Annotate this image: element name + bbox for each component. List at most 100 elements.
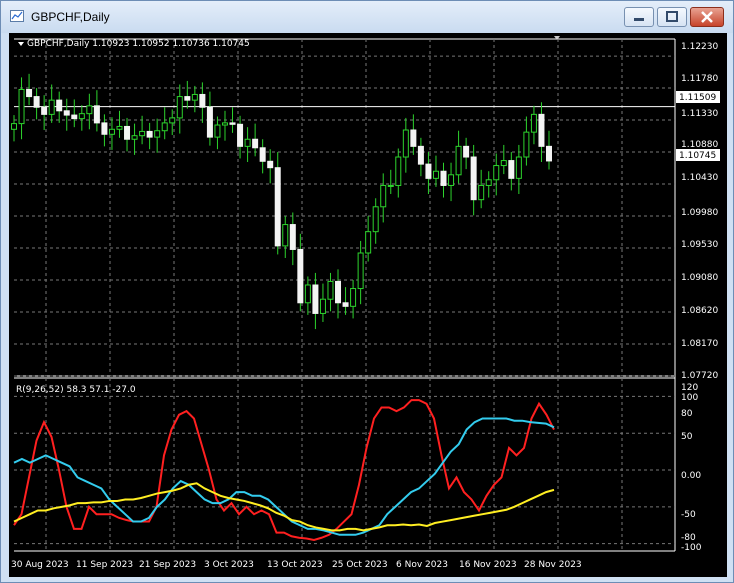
candle-body [425, 163, 432, 179]
indicator-tick: 80 [681, 409, 693, 419]
candle-body [244, 138, 251, 147]
candle-body [463, 145, 470, 158]
candle-body [350, 288, 357, 307]
candle-body [485, 179, 492, 186]
price-tick: 1.10880 [681, 140, 718, 150]
candle-body [417, 145, 424, 165]
candle-body [214, 124, 221, 138]
window-title: GBPCHF,Daily [31, 10, 110, 24]
candle-body [289, 224, 296, 250]
price-label-high: 1.11509 [679, 93, 716, 103]
price-tick: 1.08620 [681, 306, 718, 316]
indicator-tick: 100 [681, 393, 698, 403]
candle-body [41, 106, 48, 115]
indicator-header: R(9,26,52) 58.3 57.1 -27.0 [16, 385, 136, 395]
price-tick: 1.11780 [681, 74, 718, 84]
candle-body [478, 184, 485, 201]
candle-body [546, 145, 552, 162]
time-tick: 25 Oct 2023 [332, 560, 388, 570]
maximize-button[interactable] [657, 7, 687, 27]
indicator-tick: 0.00 [681, 471, 701, 481]
candle-body [508, 160, 515, 179]
candle-body [116, 125, 123, 130]
candle-body [357, 252, 364, 290]
candle-body [515, 156, 522, 179]
minimize-button[interactable] [624, 7, 654, 27]
candle-body [101, 122, 108, 135]
candle-body [500, 160, 507, 167]
candle-body [26, 88, 33, 98]
candle-body [312, 284, 319, 314]
candle-body [146, 130, 153, 138]
candle-body [229, 122, 236, 125]
indicator-tick: -80 [681, 533, 696, 543]
price-tick: 1.08170 [681, 339, 718, 349]
candle-body [523, 131, 530, 158]
candle-body [176, 96, 183, 119]
maximize-icon [666, 11, 678, 22]
candle-body [282, 224, 289, 247]
candle-body [161, 122, 168, 132]
time-tick: 11 Sep 2023 [76, 560, 133, 570]
candle-body [108, 128, 115, 135]
indicator-tick: 120 [681, 383, 698, 393]
candle-body [124, 125, 131, 140]
candle-body [139, 130, 146, 137]
candle-body [221, 122, 228, 126]
candle-body [410, 129, 417, 147]
time-tick: 13 Oct 2023 [267, 560, 323, 570]
price-tick: 1.11330 [681, 109, 718, 119]
minimize-icon [634, 18, 644, 21]
time-tick: 16 Nov 2023 [459, 560, 517, 570]
candle-body [33, 96, 40, 108]
time-tick: 30 Aug 2023 [11, 560, 69, 570]
candle-body [11, 123, 17, 130]
candle-body [206, 106, 213, 138]
candle-body [267, 160, 274, 169]
candle-body [237, 123, 244, 147]
time-tick: 6 Nov 2023 [396, 560, 448, 570]
indicator-tick: 50 [681, 432, 693, 442]
candle-body [274, 167, 281, 247]
price-tick: 1.12230 [681, 42, 718, 52]
candle-body [440, 170, 447, 186]
candle-body [191, 93, 198, 101]
candle-body [493, 165, 500, 181]
candle-body [71, 114, 78, 120]
time-tick: 28 Nov 2023 [524, 560, 582, 570]
price-tick: 1.09080 [681, 273, 718, 283]
candle-body [78, 113, 85, 120]
candle-body [380, 184, 387, 208]
price-chart[interactable]: GBPCHF,Daily 1.10923 1.10952 1.10736 1.1… [9, 33, 727, 577]
candle-body [304, 284, 311, 304]
indicator-tick: -50 [681, 510, 696, 520]
candle-body [259, 147, 266, 162]
price-tick: 1.09530 [681, 240, 718, 250]
candle-body [335, 280, 342, 304]
candle-body [395, 156, 402, 186]
candle-body [154, 130, 161, 138]
candle-body [455, 145, 462, 176]
close-icon [701, 11, 713, 23]
candle-body [169, 117, 176, 124]
candle-body [372, 206, 379, 233]
candle-body [63, 110, 70, 116]
candle-body [93, 105, 100, 124]
candle-body [56, 99, 63, 112]
candle-body [199, 93, 206, 108]
candle-body [327, 280, 334, 300]
candle-body [448, 174, 455, 186]
candle-body [470, 156, 477, 201]
candle-body [86, 105, 93, 115]
close-button[interactable] [690, 7, 724, 27]
price-tick: 1.10430 [681, 173, 718, 183]
candle-body [319, 298, 326, 314]
price-tick: 1.09980 [681, 208, 718, 218]
chart-area[interactable]: GBPCHF,Daily 1.10923 1.10952 1.10736 1.1… [9, 33, 727, 577]
candle-body [365, 231, 372, 254]
candle-body [530, 113, 537, 133]
time-tick: 21 Sep 2023 [139, 560, 196, 570]
candle-body [538, 113, 545, 147]
title-bar[interactable]: GBPCHF,Daily [1, 1, 733, 33]
candle-body [297, 248, 304, 304]
